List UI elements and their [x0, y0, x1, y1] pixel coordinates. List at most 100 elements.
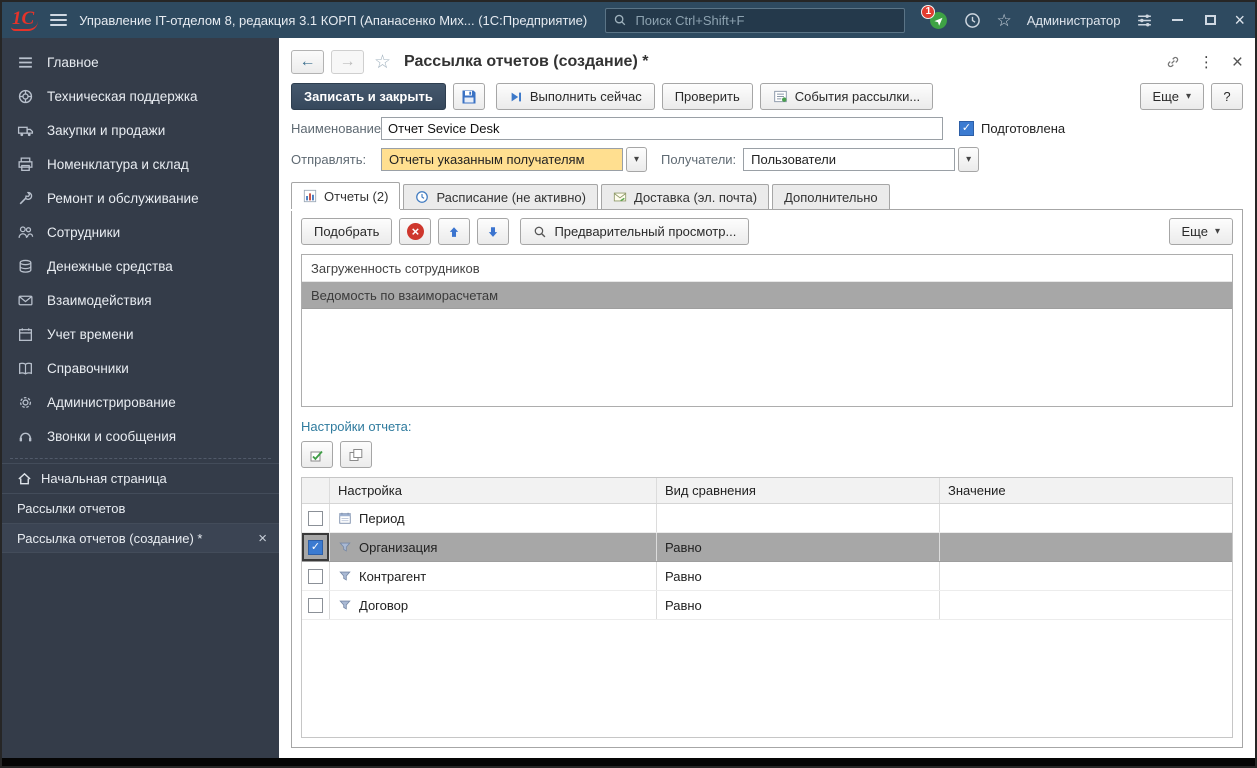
search-input[interactable] — [633, 12, 897, 29]
forward-button: → — [331, 50, 364, 74]
back-button[interactable]: ← — [291, 50, 324, 74]
tab-additional[interactable]: Дополнительно — [772, 184, 890, 209]
truck-icon — [17, 122, 34, 139]
favorite-star-icon[interactable]: ☆ — [374, 53, 391, 72]
sidebar-item-label: Администрирование — [47, 395, 176, 410]
run-now-label: Выполнить сейчас — [530, 89, 642, 104]
run-now-button[interactable]: Выполнить сейчас — [496, 83, 655, 110]
settings-row-counterparty[interactable]: Контрагент Равно — [302, 562, 1232, 591]
recipients-combo[interactable]: Пользователи ▾ — [743, 147, 979, 172]
minimize-button[interactable] — [1168, 11, 1186, 29]
favorites-icon[interactable]: ☆ — [996, 12, 1011, 29]
settings-table: Настройка Вид сравнения Значение — [301, 477, 1233, 738]
sidebar-item-administration[interactable]: Администрирование — [2, 385, 279, 419]
row-checkbox[interactable] — [308, 569, 323, 584]
row-checkbox-cell[interactable]: ✓ — [302, 533, 330, 561]
more-menu-icon[interactable]: ⋮ — [1199, 55, 1214, 70]
gear-icon — [17, 394, 34, 411]
send-mode-combo[interactable]: Отчеты указанным получателям ▾ — [381, 147, 647, 172]
help-button[interactable]: ? — [1211, 83, 1243, 110]
sidebar-item-tech-support[interactable]: Техническая поддержка — [2, 79, 279, 113]
row-checkbox-cell[interactable] — [302, 591, 330, 619]
maximize-button[interactable] — [1201, 11, 1219, 29]
open-window-report-mailings[interactable]: Рассылки отчетов — [2, 493, 279, 523]
comparison-cell: Равно — [657, 591, 940, 619]
arrow-down-icon — [486, 225, 500, 239]
open-window-report-mailing-new[interactable]: Рассылка отчетов (создание) * × — [2, 523, 279, 553]
report-list-item[interactable]: Загруженность сотрудников — [302, 255, 1232, 282]
tab-reports[interactable]: Отчеты (2) — [291, 182, 400, 209]
sidebar-item-money[interactable]: Денежные средства — [2, 249, 279, 283]
sidebar-item-time-tracking[interactable]: Учет времени — [2, 317, 279, 351]
uncheck-all-button[interactable] — [340, 441, 372, 468]
delete-button[interactable]: × — [399, 218, 431, 245]
recipients-dropdown-button[interactable]: ▾ — [958, 147, 979, 172]
filter-funnel-icon — [338, 540, 352, 554]
close-window-button[interactable]: × — [1234, 11, 1245, 29]
move-down-button[interactable] — [477, 218, 509, 245]
row-checkbox[interactable] — [308, 598, 323, 613]
row-checkbox[interactable]: ✓ — [308, 540, 323, 555]
discussions-icon[interactable]: 1 — [929, 11, 948, 30]
filter-funnel-icon — [338, 598, 352, 612]
sections-sidebar: Главное Техническая поддержка Закупки и … — [2, 38, 279, 758]
history-icon[interactable] — [963, 11, 981, 29]
arrow-up-icon — [447, 225, 461, 239]
row-checkbox[interactable] — [308, 511, 323, 526]
global-search[interactable] — [605, 8, 905, 33]
settings-row-organization[interactable]: ✓ Организация Равно — [302, 533, 1232, 562]
more-button[interactable]: Еще ▾ — [1140, 83, 1204, 110]
sidebar-item-main[interactable]: Главное — [2, 45, 279, 79]
report-list-item-selected[interactable]: Ведомость по взаиморасчетам — [302, 282, 1232, 309]
comparison-cell — [657, 504, 940, 532]
user-name[interactable]: Администратор — [1027, 13, 1121, 28]
save-and-close-button[interactable]: Записать и закрыть — [291, 83, 446, 110]
setting-name-cell: Договор — [330, 591, 657, 619]
sidebar-item-calls-messages[interactable]: Звонки и сообщения — [2, 419, 279, 453]
prepared-checkbox-row[interactable]: ✓ Подготовлена — [959, 121, 1065, 136]
recipients-value[interactable]: Пользователи — [743, 148, 955, 171]
move-up-button[interactable] — [438, 218, 470, 245]
sidebar-item-nomenclature-warehouse[interactable]: Номенклатура и склад — [2, 147, 279, 181]
open-window-home[interactable]: Начальная страница — [2, 463, 279, 493]
titlebar: 1С Управление IT-отделом 8, редакция 3.1… — [2, 2, 1255, 38]
comparison-cell: Равно — [657, 562, 940, 590]
pick-button[interactable]: Подобрать — [301, 218, 392, 245]
link-icon[interactable] — [1165, 54, 1181, 70]
tab-schedule[interactable]: Расписание (не активно) — [403, 184, 598, 209]
more-label: Еще — [1182, 224, 1208, 239]
send-mode-value[interactable]: Отчеты указанным получателям — [381, 148, 623, 171]
app-body: Главное Техническая поддержка Закупки и … — [2, 38, 1255, 758]
settings-sliders-icon[interactable] — [1135, 11, 1153, 29]
settings-row-period[interactable]: Период — [302, 504, 1232, 533]
sidebar-item-repair-service[interactable]: Ремонт и обслуживание — [2, 181, 279, 215]
report-name: Загруженность сотрудников — [311, 261, 480, 276]
save-button[interactable] — [453, 83, 485, 110]
clock-icon — [415, 190, 429, 204]
reports-more-button[interactable]: Еще ▾ — [1169, 218, 1233, 245]
sidebar-item-purchases-sales[interactable]: Закупки и продажи — [2, 113, 279, 147]
tab-label: Отчеты (2) — [324, 189, 388, 204]
sidebar-item-references[interactable]: Справочники — [2, 351, 279, 385]
row-checkbox-cell[interactable] — [302, 504, 330, 532]
tab-label: Доставка (эл. почта) — [634, 190, 757, 205]
command-bar-right: Еще ▾ ? — [1140, 83, 1243, 110]
preview-button[interactable]: Предварительный просмотр... — [520, 218, 749, 245]
close-form-button[interactable]: × — [1232, 53, 1243, 72]
main-menu-icon[interactable] — [50, 14, 67, 26]
check-button[interactable]: Проверить — [662, 83, 753, 110]
send-mode-dropdown-button[interactable]: ▾ — [626, 147, 647, 172]
prepared-checkbox[interactable]: ✓ — [959, 121, 974, 136]
mailing-events-button[interactable]: События рассылки... — [760, 83, 933, 110]
check-all-button[interactable] — [301, 441, 333, 468]
settings-row-contract[interactable]: Договор Равно — [302, 591, 1232, 620]
titlebar-right: 1 ☆ Администратор × — [929, 11, 1245, 30]
row-checkbox-cell[interactable] — [302, 562, 330, 590]
tab-delivery[interactable]: Доставка (эл. почта) — [601, 184, 769, 209]
name-input[interactable] — [381, 117, 943, 140]
app-window: 1С Управление IT-отделом 8, редакция 3.1… — [0, 0, 1257, 768]
form-nav-row: ← → ☆ Рассылка отчетов (создание) * ⋮ × — [291, 46, 1243, 78]
sidebar-item-interactions[interactable]: Взаимодействия — [2, 283, 279, 317]
close-tab-icon[interactable]: × — [258, 531, 267, 546]
sidebar-item-employees[interactable]: Сотрудники — [2, 215, 279, 249]
